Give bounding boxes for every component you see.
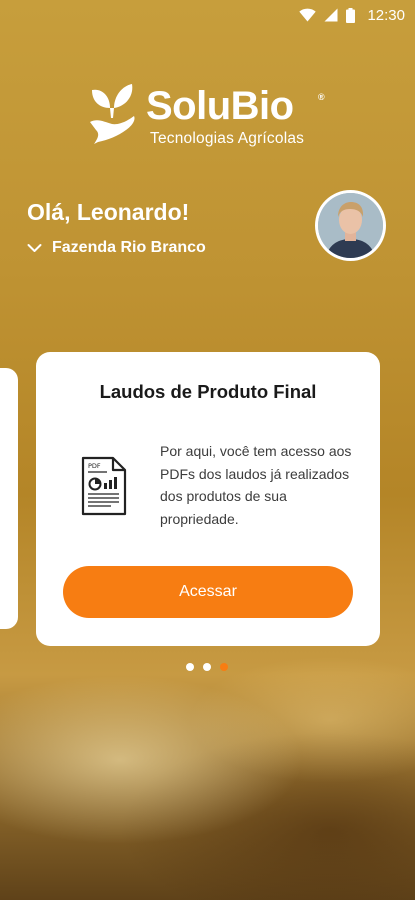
farm-selector[interactable]: Fazenda Rio Branco [27, 239, 206, 257]
wifi-icon [299, 8, 317, 22]
pdf-document-icon: PDF [81, 456, 127, 516]
status-time: 12:30 [367, 6, 405, 24]
battery-icon [346, 7, 356, 23]
carousel-indicator [186, 663, 228, 671]
card-description: Por aqui, você tem acesso aos PDFs dos l… [160, 443, 352, 527]
carousel-dot[interactable] [203, 663, 211, 671]
brand-name: SoluBio [146, 84, 294, 128]
feature-card: Laudos de Produto Final PDF Por aqui, vo… [36, 352, 380, 646]
chevron-down-icon [27, 244, 42, 252]
leaf-hand-logo-icon [90, 84, 135, 144]
access-button[interactable]: Acessar [63, 566, 353, 618]
avatar[interactable] [315, 190, 386, 261]
registered-mark: ® [318, 92, 325, 102]
card-title: Laudos de Produto Final [99, 381, 317, 402]
cellular-signal-icon [324, 8, 338, 22]
svg-text:PDF: PDF [88, 462, 101, 470]
person-icon [318, 193, 383, 258]
carousel-dot[interactable] [186, 663, 194, 671]
brand-logo: SoluBio ® Tecnologias Agrícolas [88, 82, 333, 152]
previous-card[interactable] [0, 368, 18, 629]
carousel-dot-active[interactable] [220, 663, 228, 671]
farm-name: Fazenda Rio Branco [52, 239, 206, 256]
avatar-photo [318, 193, 383, 258]
status-bar: 12:30 [0, 0, 415, 30]
brand-tagline: Tecnologias Agrícolas [150, 130, 305, 147]
greeting-title: Olá, Leonardo! [27, 199, 190, 225]
